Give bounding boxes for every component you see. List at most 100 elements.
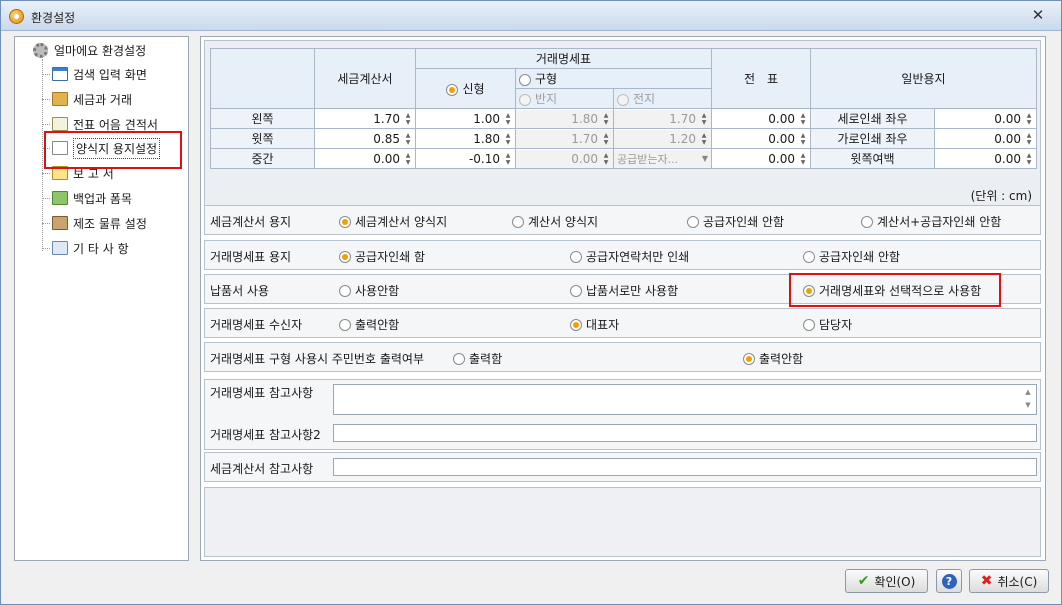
value: 0.00 (373, 151, 400, 166)
tree-item-tax-trade[interactable]: 세금과 거래 (42, 90, 132, 108)
option-choice[interactable]: 계산서+공급자인쇄 안함 (861, 213, 1001, 230)
trade-top-input[interactable]: 1.80 ▲ ▼ (416, 129, 515, 148)
general-top-margin-input[interactable]: 0.00 ▲ ▼ (935, 149, 1036, 168)
spinner-icon[interactable]: ▲ ▼ (502, 111, 514, 127)
value: 1.70 (571, 131, 598, 146)
tree-item-backup[interactable]: 백업과 폼목 (42, 189, 132, 207)
page-settings-icon (52, 141, 68, 155)
tax-top-input[interactable]: 0.85 ▲ ▼ (315, 129, 415, 148)
voucher-middle-input[interactable]: 0.00 ▲ ▼ (712, 149, 810, 168)
row-label: 중간 (210, 148, 315, 169)
tree-item-manufacturing[interactable]: 제조 물류 설정 (42, 214, 147, 232)
radio-new[interactable]: 신형 (415, 68, 516, 109)
ok-button[interactable]: ✔ 확인(O) (845, 569, 928, 593)
spinner-icon[interactable]: ▲ ▼ (797, 131, 809, 147)
half-top-input: 1.70 ▲ ▼ (516, 129, 613, 148)
help-button[interactable]: ? (936, 569, 962, 593)
cancel-button[interactable]: ✖ 취소(C) (969, 569, 1049, 593)
tree-item-form-paper[interactable]: 양식지 용지설정 (42, 137, 161, 159)
radio-icon (453, 352, 465, 365)
grid-corner (210, 48, 315, 109)
tax-middle-input[interactable]: 0.00 ▲ ▼ (315, 149, 415, 168)
option-recipient: 거래명세표 수신자 출력안함 대표자 담당자 (204, 308, 1041, 338)
option-choice[interactable]: 공급자인쇄 함 (339, 248, 425, 265)
radio-new-label: 신형 (462, 82, 485, 96)
option-choice[interactable]: 담당자 (803, 316, 852, 333)
spinner-icon[interactable]: ▲ ▼ (1023, 151, 1035, 167)
value: 0.00 (768, 131, 795, 146)
choice-label: 출력함 (469, 352, 503, 366)
option-choice[interactable]: 세금계산서 양식지 (339, 213, 447, 230)
option-choice[interactable]: 출력안함 (743, 350, 803, 367)
radio-icon (687, 215, 699, 228)
radio-icon (339, 215, 351, 228)
half-middle-input: 0.00 ▲ ▼ (516, 149, 613, 168)
radio-old[interactable]: 구형 (515, 68, 712, 89)
option-choice[interactable]: 공급자인쇄 안함 (687, 213, 784, 230)
option-delivery: 납품서 사용 사용안함 납품서로만 사용함 거래명세표와 선택적으로 사용함 (204, 274, 1041, 304)
scrollbar[interactable]: ▲ ▼ (1021, 386, 1035, 414)
option-choice[interactable]: 납품서로만 사용함 (570, 282, 678, 299)
full-top-input: 1.20 ▲ ▼ (614, 129, 711, 148)
option-choice[interactable]: 출력안함 (339, 316, 399, 333)
box-icon (52, 92, 68, 106)
general-portrait-input[interactable]: 0.00 ▲ ▼ (935, 109, 1036, 128)
tree-item-etc[interactable]: 기 타 사 항 (42, 239, 129, 257)
voucher-top-input[interactable]: 0.00 ▲ ▼ (712, 129, 810, 148)
value: 1.80 (571, 111, 598, 126)
spinner-icon[interactable]: ▲ ▼ (402, 151, 414, 167)
option-choice[interactable]: 공급자연락처만 인쇄 (570, 248, 689, 265)
spinner-icon[interactable]: ▲ ▼ (1023, 131, 1035, 147)
trade-note2-input[interactable] (333, 424, 1037, 442)
tax-left-input[interactable]: 1.70 ▲ ▼ (315, 109, 415, 128)
tree-item-search-input[interactable]: 검색 입력 화면 (42, 65, 147, 83)
tree-item-label: 전표 어음 견적서 (73, 117, 158, 132)
grid-row-top: 윗쪽 0.85 ▲ ▼ 1.80 ▲ ▼ 1.70 ▲ ▼ 1.20 ▲ ▼ 0.00 ▲ ▼ 가로… (210, 128, 1037, 149)
tree-item-label: 보 고 서 (73, 166, 114, 181)
trade-middle-input[interactable]: -0.10 ▲ ▼ (416, 149, 515, 168)
spinner-icon[interactable]: ▲ ▼ (502, 151, 514, 167)
general-landscape-input[interactable]: 0.00 ▲ ▼ (935, 129, 1036, 148)
spinner-icon[interactable]: ▲ ▼ (1023, 111, 1035, 127)
voucher-left-input[interactable]: 0.00 ▲ ▼ (712, 109, 810, 128)
spinner-icon[interactable]: ▲ ▼ (797, 111, 809, 127)
radio-half[interactable]: 반지 (515, 88, 614, 109)
value: 1.70 (669, 111, 696, 126)
app-icon (9, 9, 24, 24)
option-choice[interactable]: 대표자 (570, 316, 619, 333)
tree-item-voucher[interactable]: 전표 어음 견적서 (42, 115, 158, 133)
row-label: 윗쪽 (210, 128, 315, 149)
tree-item-report[interactable]: 보 고 서 (42, 164, 114, 182)
option-choice[interactable]: 계산서 양식지 (512, 213, 598, 230)
trade-note-textarea[interactable]: ▲ ▼ (333, 384, 1037, 415)
tax-note-input[interactable] (333, 458, 1037, 476)
spinner-icon[interactable]: ▲ ▼ (502, 131, 514, 147)
tree-item-label: 기 타 사 항 (73, 241, 129, 256)
radio-icon (570, 284, 582, 297)
trade-left-input[interactable]: 1.00 ▲ ▼ (416, 109, 515, 128)
option-choice[interactable]: 사용안함 (339, 282, 399, 299)
option-id-number: 거래명세표 구형 사용시 주민번호 출력여부 출력함 출력안함 (204, 342, 1041, 372)
window-icon (52, 67, 68, 81)
radio-old-icon (519, 73, 531, 86)
half-left-input: 1.80 ▲ ▼ (516, 109, 613, 128)
tree-item-label: 검색 입력 화면 (73, 67, 147, 82)
spinner-icon[interactable]: ▲ ▼ (797, 151, 809, 167)
close-icon[interactable]: ✕ (1029, 6, 1047, 24)
radio-icon (803, 250, 815, 263)
option-label: 거래명세표 구형 사용시 주민번호 출력여부 (210, 352, 424, 366)
option-choice[interactable]: 거래명세표와 선택적으로 사용함 (803, 282, 981, 299)
choice-label: 출력안함 (759, 352, 804, 366)
title-bar: 환경설정 ✕ (1, 1, 1061, 31)
choice-label: 거래명세표와 선택적으로 사용함 (819, 284, 982, 298)
spinner-icon[interactable]: ▲ ▼ (402, 111, 414, 127)
spinner-icon[interactable]: ▲ ▼ (402, 131, 414, 147)
option-choice[interactable]: 출력함 (453, 350, 502, 367)
radio-full[interactable]: 전지 (613, 88, 712, 109)
choice-label: 계산서 양식지 (528, 215, 599, 229)
option-choice[interactable]: 공급자인쇄 안함 (803, 248, 900, 265)
choice-label: 세금계산서 양식지 (355, 215, 448, 229)
document-icon (52, 117, 68, 131)
tree-root[interactable]: 얼마에요 환경설정 (33, 42, 146, 58)
radio-icon (339, 318, 351, 331)
